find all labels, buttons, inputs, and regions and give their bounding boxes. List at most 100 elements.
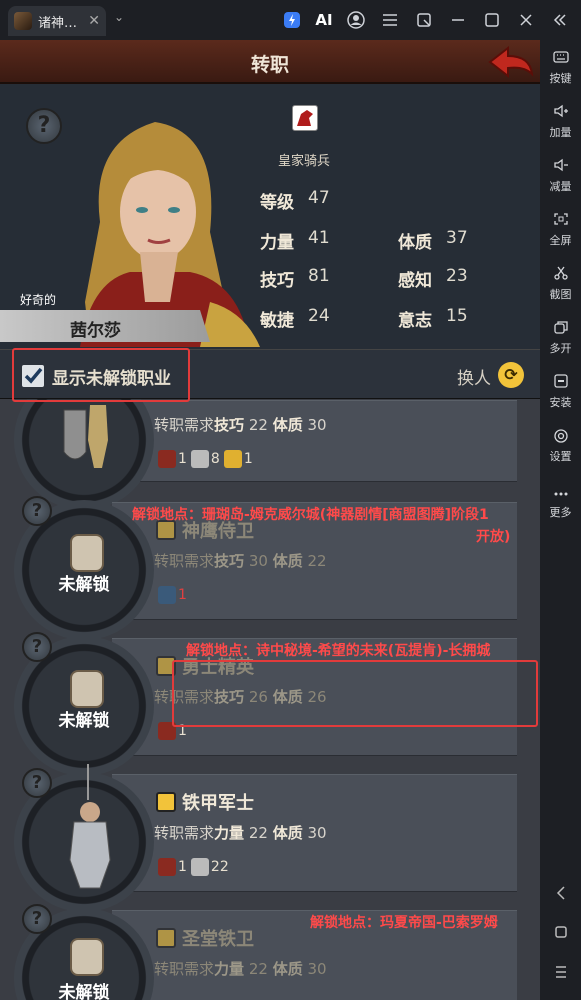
help-icon[interactable]: ? (26, 108, 62, 144)
stat-label-skill: 技巧 (260, 271, 294, 291)
req-sub-label: 体质 (272, 960, 303, 978)
stat-value-skill: 81 (308, 266, 330, 286)
scissors-icon (540, 266, 581, 284)
stat-label-perception: 感知 (398, 271, 432, 291)
help-icon[interactable]: ? (22, 496, 52, 526)
screen-header: 转职 (0, 40, 540, 84)
gold-ingot-icon (223, 450, 242, 468)
locked-label: 未解锁 (58, 575, 110, 595)
maximize-icon[interactable] (482, 10, 502, 30)
reward-count: 1 (178, 587, 187, 603)
game-icon (14, 12, 32, 30)
stat-value-will: 15 (446, 306, 468, 326)
multi-window-icon (540, 320, 581, 338)
reward-count: 1 (178, 451, 187, 467)
page-title: 转职 (250, 54, 289, 76)
class-requirement: 转职需求技巧 22 体质 30 (154, 414, 327, 435)
help-icon[interactable]: ? (22, 768, 52, 798)
sidebar-item-screenshot[interactable]: 截图 (540, 266, 581, 302)
stat-label-level: 等级 (260, 193, 294, 213)
req-main-label: 力量 (214, 960, 245, 978)
window-titlebar: 诸神… ✕ ⌄ AI (0, 0, 581, 40)
medal-item-icon (158, 858, 176, 876)
unlock-location-note: 解锁地点：珊瑚岛-姆克威尔城(神器剧情[商盟图腾]阶段1 (132, 507, 489, 523)
class-portrait (63, 405, 108, 468)
iron-ingot-icon (190, 450, 209, 468)
game-screen: 转职 ? 皇家骑兵 等级 47 力量 41 体质 37 技巧 81 感知 23 … (0, 40, 540, 1000)
menu-icon[interactable] (380, 10, 400, 30)
stat-value-agility: 24 (308, 306, 330, 326)
stat-value-constitution: 37 (446, 228, 468, 248)
keyboard-icon (540, 50, 581, 68)
reward-count: 1 (243, 451, 253, 467)
sidebar-label: 全屏 (549, 234, 572, 247)
req-sub-value: 30 (307, 416, 327, 434)
swap-icon[interactable]: ⟳ (498, 362, 524, 388)
class-rewards: 1 8 1 (158, 450, 253, 468)
help-icon[interactable]: ? (22, 904, 52, 934)
req-sub-value: 22 (307, 552, 327, 570)
class-name: 铁甲军士 (182, 793, 254, 814)
req-sub-value: 30 (307, 960, 327, 978)
emulator-sidebar: 按键 加量 减量 全屏 截图 多开 安装 设置 更多 (540, 40, 581, 1000)
ai-icon[interactable]: AI (312, 10, 336, 30)
class-card[interactable] (112, 400, 517, 482)
android-recents-icon[interactable] (540, 964, 581, 983)
character-panel: ? 皇家骑兵 等级 47 力量 41 体质 37 技巧 81 感知 23 敏捷 … (0, 84, 540, 349)
minimize-icon[interactable] (448, 10, 468, 30)
sidebar-label: 安装 (549, 396, 572, 409)
req-main-label: 力量 (214, 824, 245, 842)
close-window-icon[interactable] (516, 10, 536, 30)
sidebar-label: 截图 (549, 288, 572, 301)
sidebar-item-settings[interactable]: 设置 (540, 428, 581, 464)
sidebar-label: 更多 (549, 506, 572, 519)
sidebar-item-multi-instance[interactable]: 多开 (540, 320, 581, 356)
more-icon (540, 484, 581, 502)
sidebar-item-more[interactable]: 更多 (540, 484, 581, 520)
req-sub-label: 体质 (272, 416, 303, 434)
tab-close-icon[interactable]: ✕ (88, 13, 100, 29)
sidebar-item-fullscreen[interactable]: 全屏 (540, 212, 581, 248)
swap-character-button[interactable]: 换人 (457, 364, 491, 389)
character-name: 茜尔莎 (70, 321, 121, 341)
sidebar-label: 按键 (549, 72, 572, 85)
boost-icon[interactable] (282, 10, 302, 30)
stat-value-level: 47 (308, 188, 330, 208)
sidebar-label: 多开 (549, 342, 572, 355)
account-icon[interactable] (346, 10, 366, 30)
stat-value-perception: 23 (446, 266, 468, 286)
req-sub-label: 体质 (272, 552, 303, 570)
sidebar-label: 减量 (549, 180, 572, 193)
sidebar-item-install[interactable]: 安装 (540, 374, 581, 410)
unlock-location-note-cont: 开放) (476, 529, 511, 545)
class-rewards: 1 22 (158, 858, 229, 876)
stat-label-will: 意志 (398, 311, 432, 331)
req-prefix: 转职需求 (154, 416, 215, 434)
sidebar-item-volume-up[interactable]: 加量 (540, 104, 581, 140)
restore-window-icon[interactable] (414, 10, 434, 30)
help-icon[interactable]: ? (22, 632, 52, 662)
android-home-icon[interactable] (540, 924, 581, 944)
sidebar-label: 设置 (549, 450, 572, 463)
class-shield-icon (156, 792, 176, 812)
stat-label-agility: 敏捷 (260, 311, 294, 331)
class-name: 皇家骑兵 (278, 154, 331, 169)
character-mood: 好奇的 (20, 293, 57, 307)
sidebar-item-keymap[interactable]: 按键 (540, 50, 581, 86)
class-requirement: 转职需求力量 22 体质 30 (154, 822, 327, 843)
locked-label: 未解锁 (58, 711, 110, 731)
back-arrow-icon[interactable] (486, 44, 536, 80)
unlock-location-note: 解锁地点：诗中秘境-希望的未来(瓦提肯)-长拥城 (186, 643, 491, 659)
locked-label: 未解锁 (58, 983, 110, 1000)
lock-icon (72, 940, 102, 974)
app-tab[interactable]: 诸神… ✕ (8, 6, 106, 36)
class-portrait (69, 764, 111, 889)
tab-dropdown-icon[interactable]: ⌄ (114, 10, 124, 24)
stat-label-strength: 力量 (260, 233, 294, 253)
volume-down-icon (540, 158, 581, 176)
unlock-location-note: 解锁地点：玛夏帝国-巴索罗姆 (310, 915, 498, 931)
android-back-icon[interactable] (540, 885, 581, 905)
sidebar-item-volume-down[interactable]: 减量 (540, 158, 581, 194)
class-requirement: 转职需求力量 22 体质 30 (154, 958, 327, 979)
collapse-sidebar-icon[interactable] (550, 10, 570, 30)
